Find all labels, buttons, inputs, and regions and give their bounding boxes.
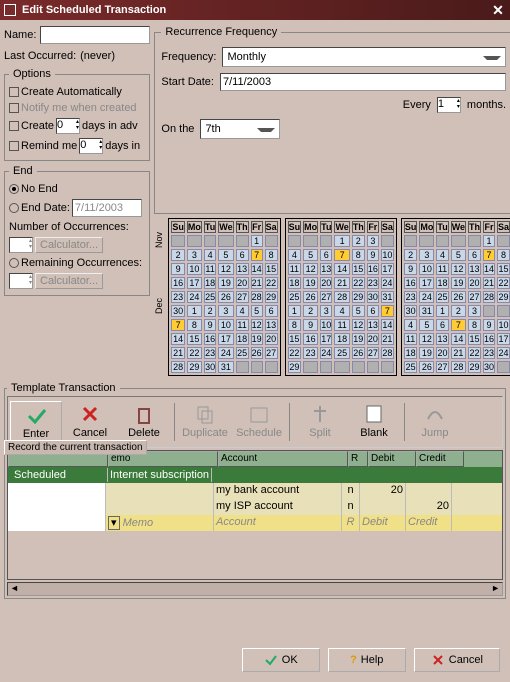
num-occ-spin[interactable]: [9, 237, 33, 253]
calendar-preview: Nov Dec SuMoTuWeThFrSa123456789101112131…: [154, 218, 510, 376]
calendar-2: SuMoTuWeThFrSa12345678910111213141516171…: [285, 218, 397, 376]
start-date-input[interactable]: [220, 73, 506, 91]
cancel-dialog-icon: [431, 653, 445, 667]
options-legend: Options: [9, 68, 55, 80]
horizontal-scrollbar[interactable]: [7, 582, 503, 596]
ok-icon: [264, 653, 278, 667]
end-legend: End: [9, 165, 37, 177]
last-occurred-label: Last Occurred:: [4, 50, 76, 62]
tooltip: Record the current transaction: [4, 440, 147, 455]
end-date-radio[interactable]: [9, 203, 19, 213]
calendar-3: SuMoTuWeThFrSa12345678910111213141516171…: [401, 218, 510, 376]
cancel-icon: [79, 403, 101, 425]
duplicate-button[interactable]: Duplicate: [179, 401, 231, 443]
rem-occ-spin[interactable]: [9, 273, 33, 289]
on-day-combo[interactable]: 7th: [200, 119, 280, 139]
delete-button[interactable]: Delete: [118, 401, 170, 443]
every-spin[interactable]: 1: [437, 97, 461, 113]
delete-icon: [133, 403, 155, 425]
jump-icon: [424, 403, 446, 425]
no-end-radio[interactable]: [9, 184, 19, 194]
enter-icon: [25, 404, 47, 426]
schedule-icon: [248, 403, 270, 425]
create-days-spin[interactable]: 0: [56, 118, 80, 134]
last-occurred-value: (never): [80, 50, 115, 62]
app-icon: [4, 4, 16, 16]
close-icon[interactable]: ✕: [490, 2, 506, 18]
calc-button-2[interactable]: Calculator...: [35, 273, 103, 289]
cancel-button[interactable]: Cancel: [64, 401, 116, 443]
template-legend: Template Transaction: [7, 382, 120, 394]
name-input[interactable]: [40, 26, 150, 44]
ok-button[interactable]: OK: [242, 648, 320, 672]
calc-button-1[interactable]: Calculator...: [35, 237, 103, 253]
options-fieldset: Options Create Automatically Notify me w…: [4, 68, 150, 161]
create-days-checkbox[interactable]: [9, 121, 19, 131]
duplicate-icon: [194, 403, 216, 425]
create-auto-checkbox[interactable]: [9, 87, 19, 97]
calendar-1: SuMoTuWeThFrSa12345678910111213141516171…: [168, 218, 280, 376]
template-fieldset: Template Transaction Enter Cancel Delete…: [4, 382, 506, 599]
rem-occ-radio[interactable]: [9, 258, 19, 268]
titlebar: Edit Scheduled Transaction ✕: [0, 0, 510, 20]
split-button[interactable]: Split: [294, 401, 346, 443]
recurrence-legend: Recurrence Frequency: [161, 26, 281, 38]
frequency-combo[interactable]: Monthly: [222, 47, 506, 67]
recurrence-fieldset: Recurrence Frequency Frequency:Monthly S…: [154, 26, 510, 214]
enter-button[interactable]: Enter: [10, 401, 62, 443]
help-button[interactable]: ?Help: [328, 648, 406, 672]
blank-button[interactable]: Blank: [348, 401, 400, 443]
name-label: Name:: [4, 29, 36, 41]
end-date-input[interactable]: [72, 199, 142, 217]
help-icon: ?: [350, 654, 357, 666]
window-title: Edit Scheduled Transaction: [22, 4, 166, 16]
remind-days-spin[interactable]: 0: [79, 138, 103, 154]
transaction-table: emo Account R Debit Credit ScheduledInte…: [7, 450, 503, 580]
notify-checkbox[interactable]: [9, 103, 19, 113]
jump-button[interactable]: Jump: [409, 401, 461, 443]
end-fieldset: End No End End Date: Number of Occurrenc…: [4, 165, 150, 296]
blank-icon: [363, 403, 385, 425]
split-icon: [309, 403, 331, 425]
remind-checkbox[interactable]: [9, 141, 19, 151]
schedule-button[interactable]: Schedule: [233, 401, 285, 443]
cancel-dialog-button[interactable]: Cancel: [414, 648, 500, 672]
